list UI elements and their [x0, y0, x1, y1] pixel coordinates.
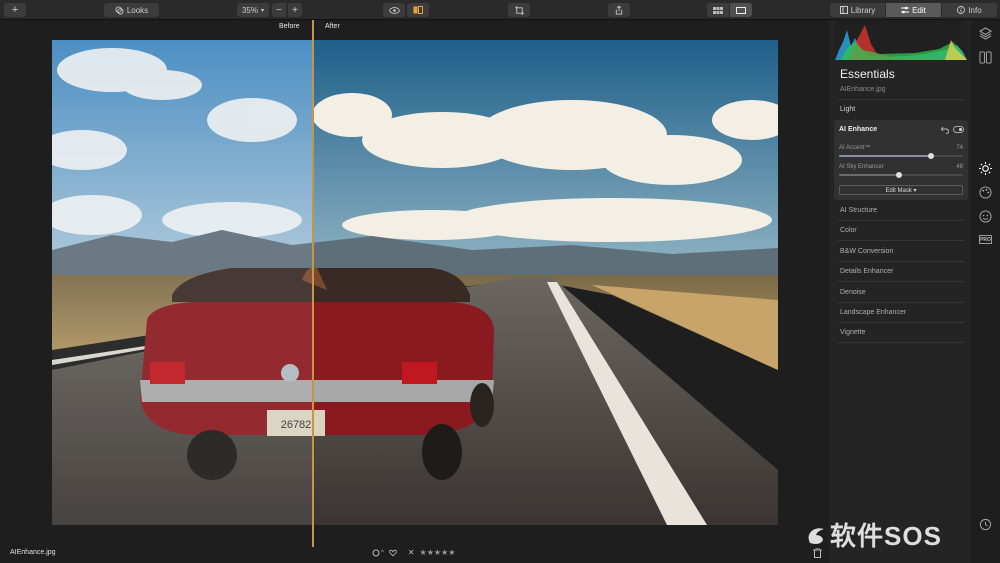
- divider: [838, 322, 964, 323]
- ai-accent-fill: [839, 155, 931, 157]
- ai-sky-fill: [839, 174, 899, 176]
- info-label: Info: [968, 5, 982, 15]
- add-button[interactable]: +: [4, 3, 26, 17]
- before-label: Before: [279, 23, 300, 30]
- ai-accent-slider[interactable]: [839, 153, 963, 159]
- looks-label: Looks: [126, 5, 149, 15]
- before-after-divider[interactable]: [312, 20, 314, 547]
- photo-image: 26782: [52, 40, 778, 525]
- edit-mask-button[interactable]: Edit Mask ▾: [839, 185, 963, 195]
- divider: [838, 342, 964, 344]
- plus-icon: +: [11, 4, 19, 16]
- section-item[interactable]: AI Structure: [840, 207, 877, 214]
- layers-icon[interactable]: [979, 27, 992, 40]
- share-icon: [615, 5, 623, 15]
- crop-icon: [514, 5, 524, 15]
- single-view-button[interactable]: [730, 3, 752, 17]
- photo[interactable]: 26782: [52, 40, 778, 525]
- ai-enhance-section: AI Enhance AI Accent™ 74 AI Sky Enhancer…: [834, 120, 968, 200]
- watermark: 软件SOS: [804, 516, 942, 553]
- tab-edit[interactable]: Edit: [886, 3, 941, 17]
- divider: [838, 240, 964, 242]
- pro-icon[interactable]: PRO: [979, 235, 992, 244]
- divider: [838, 260, 964, 262]
- chevron-up-icon[interactable]: ^: [381, 550, 384, 556]
- edit-panel: Essentials AIEnhance.jpg Light AI Enhanc…: [829, 20, 971, 563]
- ai-sky-thumb[interactable]: [895, 172, 902, 178]
- eye-icon: [388, 6, 400, 14]
- zoom-value: 35%: [241, 5, 258, 15]
- undo-icon[interactable]: [941, 126, 949, 134]
- history-icon[interactable]: [979, 518, 992, 531]
- panel-filename: AIEnhance.jpg: [840, 86, 886, 93]
- ai-sky-slider[interactable]: [839, 172, 963, 178]
- sliders-icon: [901, 6, 910, 14]
- looks-icon: [115, 5, 124, 15]
- image-canvas[interactable]: Before After 26782 AIEnhance.jpg ^ ✕ ★★★…: [0, 20, 829, 563]
- divider: [838, 301, 964, 303]
- divider: [838, 99, 964, 100]
- library-label: Library: [850, 5, 876, 15]
- looks-button[interactable]: Looks: [104, 3, 159, 17]
- compare-icon: [413, 6, 423, 14]
- palette-icon[interactable]: [979, 186, 992, 199]
- grid-view-button[interactable]: [707, 3, 729, 17]
- share-button[interactable]: [608, 3, 630, 17]
- tool-rail: PRO: [971, 20, 1000, 563]
- section-item[interactable]: Landscape Enhancer: [840, 309, 906, 316]
- section-item[interactable]: Denoise: [840, 289, 866, 296]
- rating-stars[interactable]: ★★★★★: [420, 548, 456, 557]
- section-light[interactable]: Light: [840, 106, 855, 113]
- histogram: [835, 20, 967, 60]
- compare-button[interactable]: [407, 3, 429, 17]
- ai-enhance-toggle[interactable]: [953, 126, 964, 133]
- after-label: After: [325, 23, 340, 30]
- preview-button[interactable]: [383, 3, 405, 17]
- ai-accent-label: AI Accent™: [839, 145, 871, 151]
- ai-enhance-title[interactable]: AI Enhance: [839, 126, 877, 133]
- presets-icon[interactable]: [979, 51, 992, 64]
- ai-accent-thumb[interactable]: [927, 153, 934, 159]
- circle-icon[interactable]: [372, 549, 380, 557]
- sun-icon[interactable]: [979, 162, 992, 175]
- crop-button[interactable]: [508, 3, 530, 17]
- library-icon: [839, 6, 848, 14]
- ai-sky-label: AI Sky Enhancer: [839, 164, 884, 170]
- watermark-text: 软件SOS: [830, 521, 942, 551]
- top-toolbar: + Looks 35% ▾ − + Library Edit Info: [0, 0, 1000, 20]
- zoom-out-button[interactable]: −: [272, 3, 286, 17]
- zoom-dropdown[interactable]: 35% ▾: [237, 3, 269, 17]
- bottom-controls: ^ ✕ ★★★★★: [372, 548, 455, 557]
- ai-accent-value: 74: [956, 145, 963, 151]
- info-icon: [957, 6, 966, 14]
- grid-icon: [713, 6, 723, 14]
- reject-icon[interactable]: ✕: [408, 548, 415, 557]
- watermark-logo: [808, 528, 824, 544]
- heart-icon[interactable]: [389, 549, 397, 557]
- divider: [838, 281, 964, 283]
- edit-label: Edit: [912, 5, 926, 15]
- section-item[interactable]: Details Enhancer: [840, 268, 893, 275]
- zoom-in-button[interactable]: +: [288, 3, 302, 17]
- single-view-icon: [736, 6, 746, 14]
- section-item[interactable]: Vignette: [840, 329, 866, 336]
- section-item[interactable]: B&W Conversion: [840, 248, 893, 255]
- tab-info[interactable]: Info: [942, 3, 997, 17]
- section-item[interactable]: Color: [840, 227, 857, 234]
- portrait-icon[interactable]: [979, 210, 992, 223]
- panel-title: Essentials: [840, 67, 895, 81]
- ai-sky-value: 48: [956, 164, 963, 170]
- divider: [838, 220, 964, 221]
- tab-library[interactable]: Library: [830, 3, 885, 17]
- filename-label: AIEnhance.jpg: [10, 549, 56, 556]
- chevron-down-icon: ▾: [261, 7, 265, 14]
